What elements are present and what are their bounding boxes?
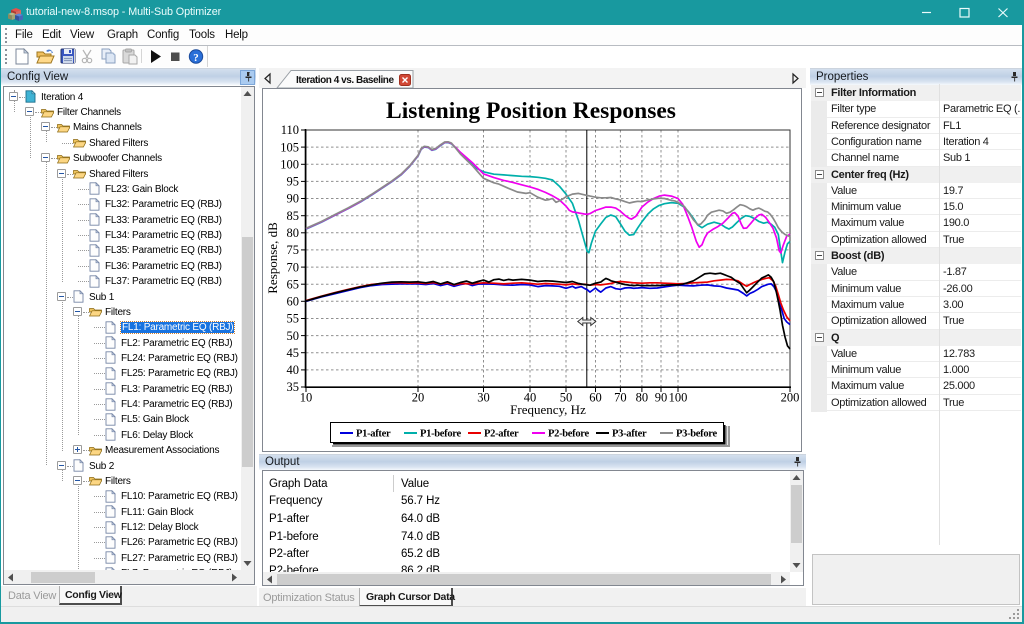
svg-text:10: 10 [300,391,313,405]
svg-text:110: 110 [281,123,299,137]
svg-text:P1-after: P1-after [356,429,391,440]
svg-text:90: 90 [287,192,300,206]
svg-text:80: 80 [636,391,649,405]
svg-text:70: 70 [287,260,300,274]
svg-text:P3-after: P3-after [612,429,647,440]
svg-text:105: 105 [280,140,299,154]
svg-text:100: 100 [669,391,688,405]
svg-text:P2-after: P2-after [484,429,519,440]
svg-text:50: 50 [287,329,300,343]
svg-text:95: 95 [287,175,300,189]
svg-text:Listening Position Responses: Listening Position Responses [386,98,676,124]
svg-text:60: 60 [589,391,602,405]
svg-text:40: 40 [287,363,300,377]
svg-text:75: 75 [287,243,300,257]
svg-text:P1-before: P1-before [420,429,461,440]
svg-text:Frequency, Hz: Frequency, Hz [510,402,586,417]
svg-text:70: 70 [614,391,627,405]
svg-text:200: 200 [781,391,800,405]
svg-text:30: 30 [477,391,490,405]
svg-text:45: 45 [287,346,300,360]
svg-text:60: 60 [287,295,300,309]
svg-text:100: 100 [280,158,299,172]
svg-text:?: ? [193,52,199,64]
svg-text:85: 85 [287,209,300,223]
svg-text:80: 80 [287,226,300,240]
svg-text:20: 20 [412,391,425,405]
svg-text:P3-before: P3-before [676,429,717,440]
svg-text:90: 90 [655,391,668,405]
svg-text:65: 65 [287,277,300,291]
svg-text:55: 55 [287,312,300,326]
svg-text:Response, dB: Response, dB [265,222,280,294]
svg-text:P2-before: P2-before [548,429,589,440]
svg-text:35: 35 [287,380,300,394]
